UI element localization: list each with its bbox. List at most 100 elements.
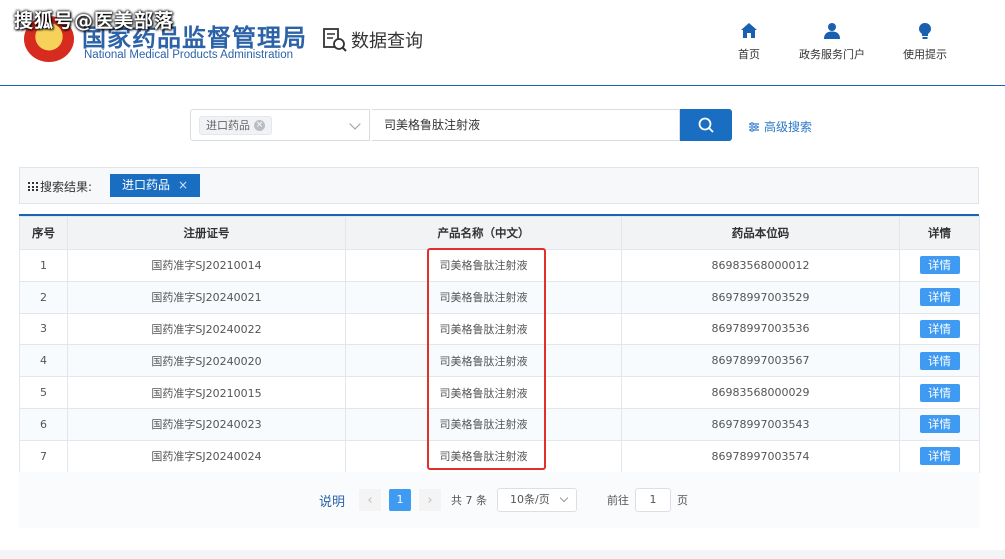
page-unit-label: 页 (677, 494, 689, 507)
cell-detail: 详情 (899, 407, 980, 441)
cell-product-name: 司美格鲁肽注射液 (345, 344, 622, 378)
cell-registration: 国药准字SJ20240023 (67, 407, 346, 441)
detail-button[interactable]: 详情 (919, 383, 960, 402)
cell-detail: 详情 (899, 344, 980, 378)
watermark-text: 搜狐号@医美部落 (14, 10, 175, 32)
filter-icon (749, 121, 759, 132)
cell-registration: 国药准字SJ20210015 (67, 376, 346, 409)
tag-remove-icon[interactable]: × (254, 120, 265, 131)
cell-index: 7 (19, 439, 68, 473)
results-bar: 搜索结果: 进口药品 × (19, 167, 979, 204)
cell-drug-code: 86978997003574 (621, 439, 900, 473)
result-filter-tag-label: 进口药品 (122, 178, 171, 192)
cell-detail: 详情 (899, 312, 980, 346)
search-input[interactable]: 司美格鲁肽注射液 (372, 109, 680, 141)
cell-registration: 国药准字SJ20240024 (67, 439, 346, 473)
cell-product-name: 司美格鲁肽注射液 (345, 312, 622, 346)
column-header-index: 序号 (19, 216, 68, 250)
nav-service-portal[interactable]: 政务服务门户 (799, 22, 865, 62)
cell-detail: 详情 (899, 280, 980, 314)
site-header: ★ 国家药品监督管理局 National Medical Products Ad… (0, 0, 1005, 86)
table-row: 7 国药准字SJ20240024 司美格鲁肽注射液 86978997003574… (19, 439, 980, 473)
cell-index: 2 (19, 280, 68, 314)
results-label-text: 搜索结果: (40, 180, 93, 194)
nav-usage-tips-label: 使用提示 (903, 48, 947, 61)
data-query-label: 数据查询 (351, 31, 423, 52)
cell-index: 5 (19, 376, 68, 409)
column-header-drug-code: 药品本位码 (621, 216, 900, 250)
detail-button[interactable]: 详情 (919, 415, 960, 434)
table-row: 6 国药准字SJ20240023 司美格鲁肽注射液 86978997003543… (19, 407, 980, 441)
column-header-registration: 注册证号 (67, 216, 346, 250)
chevron-down-icon[interactable] (349, 118, 361, 130)
table-row: 4 国药准字SJ20240020 司美格鲁肽注射液 86978997003567… (19, 344, 980, 378)
cell-drug-code: 86978997003529 (621, 280, 900, 314)
advanced-search-label: 高级搜索 (764, 120, 813, 134)
close-icon[interactable]: × (178, 174, 188, 197)
detail-button[interactable]: 详情 (919, 447, 960, 466)
table-row: 1 国药准字SJ20210014 司美格鲁肽注射液 86983568000012… (19, 249, 980, 282)
results-table: 序号 注册证号 产品名称（中文） 药品本位码 详情 1 国药准字SJ202100… (19, 214, 980, 473)
cell-drug-code: 86983568000012 (621, 249, 900, 282)
cell-registration: 国药准字SJ20240021 (67, 280, 346, 314)
detail-button[interactable]: 详情 (919, 288, 960, 307)
cell-product-name: 司美格鲁肽注射液 (345, 439, 622, 473)
search-button[interactable] (680, 109, 732, 141)
cell-drug-code: 86978997003543 (621, 407, 900, 441)
data-query-title: 数据查询 (321, 26, 423, 54)
user-icon (824, 23, 840, 39)
detail-button[interactable]: 详情 (919, 351, 960, 370)
goto-page-input[interactable]: 1 (635, 488, 672, 512)
next-page-icon[interactable]: › (419, 489, 442, 511)
cell-detail: 详情 (899, 376, 980, 409)
category-select[interactable]: 进口药品 × (190, 109, 370, 141)
explain-link[interactable]: 说明 (319, 491, 345, 510)
cell-registration: 国药准字SJ20240022 (67, 312, 346, 346)
page-size-select[interactable]: 10条/页 (497, 488, 578, 512)
detail-button[interactable]: 详情 (919, 319, 960, 338)
cell-detail: 详情 (899, 249, 980, 282)
cell-index: 6 (19, 407, 68, 441)
cell-product-name: 司美格鲁肽注射液 (345, 407, 622, 441)
category-tag-label: 进口药品 (206, 119, 250, 132)
result-filter-tag[interactable]: 进口药品 × (110, 174, 201, 197)
cell-product-name: 司美格鲁肽注射液 (345, 376, 622, 409)
pagination-area: 说明 ‹ 1 › 共 7 条 10条/页 前往 1 页 (19, 472, 979, 528)
table-row: 2 国药准字SJ20240021 司美格鲁肽注射液 86978997003529… (19, 280, 980, 314)
page: ★ 国家药品监督管理局 National Medical Products Ad… (0, 0, 1005, 559)
category-tag[interactable]: 进口药品 × (199, 116, 272, 135)
nav-home[interactable]: 首页 (738, 22, 760, 62)
table-row: 3 国药准字SJ20240022 司美格鲁肽注射液 86978997003536… (19, 312, 980, 346)
table-row: 5 国药准字SJ20210015 司美格鲁肽注射液 86983568000029… (19, 376, 980, 409)
cell-product-name: 司美格鲁肽注射液 (345, 249, 622, 282)
cell-drug-code: 86978997003567 (621, 344, 900, 378)
column-header-product-name: 产品名称（中文） (345, 216, 622, 250)
grid-icon (28, 182, 38, 191)
search-icon (698, 117, 714, 133)
lightbulb-icon (919, 23, 931, 39)
nav-service-portal-label: 政务服务门户 (799, 48, 865, 61)
data-query-icon (323, 28, 347, 52)
cell-registration: 国药准字SJ20240020 (67, 344, 346, 378)
page-number-current[interactable]: 1 (389, 489, 412, 511)
advanced-search-link[interactable]: 高级搜索 (748, 118, 812, 135)
cell-registration: 国药准字SJ20210014 (67, 249, 346, 282)
detail-button[interactable]: 详情 (919, 256, 960, 275)
cell-drug-code: 86978997003536 (621, 312, 900, 346)
cell-drug-code: 86983568000029 (621, 376, 900, 409)
cell-index: 4 (19, 344, 68, 378)
nav-home-label: 首页 (738, 48, 760, 61)
prev-page-icon[interactable]: ‹ (359, 489, 382, 511)
results-label: 搜索结果: (28, 178, 92, 195)
total-count: 共 7 条 (451, 494, 488, 507)
column-header-detail: 详情 (899, 216, 980, 250)
cell-product-name: 司美格鲁肽注射液 (345, 280, 622, 314)
home-icon (741, 23, 757, 38)
nav-usage-tips[interactable]: 使用提示 (903, 22, 947, 62)
logo-subtitle: National Medical Products Administration (84, 49, 294, 61)
goto-label: 前往 (607, 494, 630, 507)
cell-detail: 详情 (899, 439, 980, 473)
cell-index: 1 (19, 249, 68, 282)
pagination: 说明 ‹ 1 › 共 7 条 10条/页 前往 1 页 (319, 488, 688, 512)
cell-index: 3 (19, 312, 68, 346)
